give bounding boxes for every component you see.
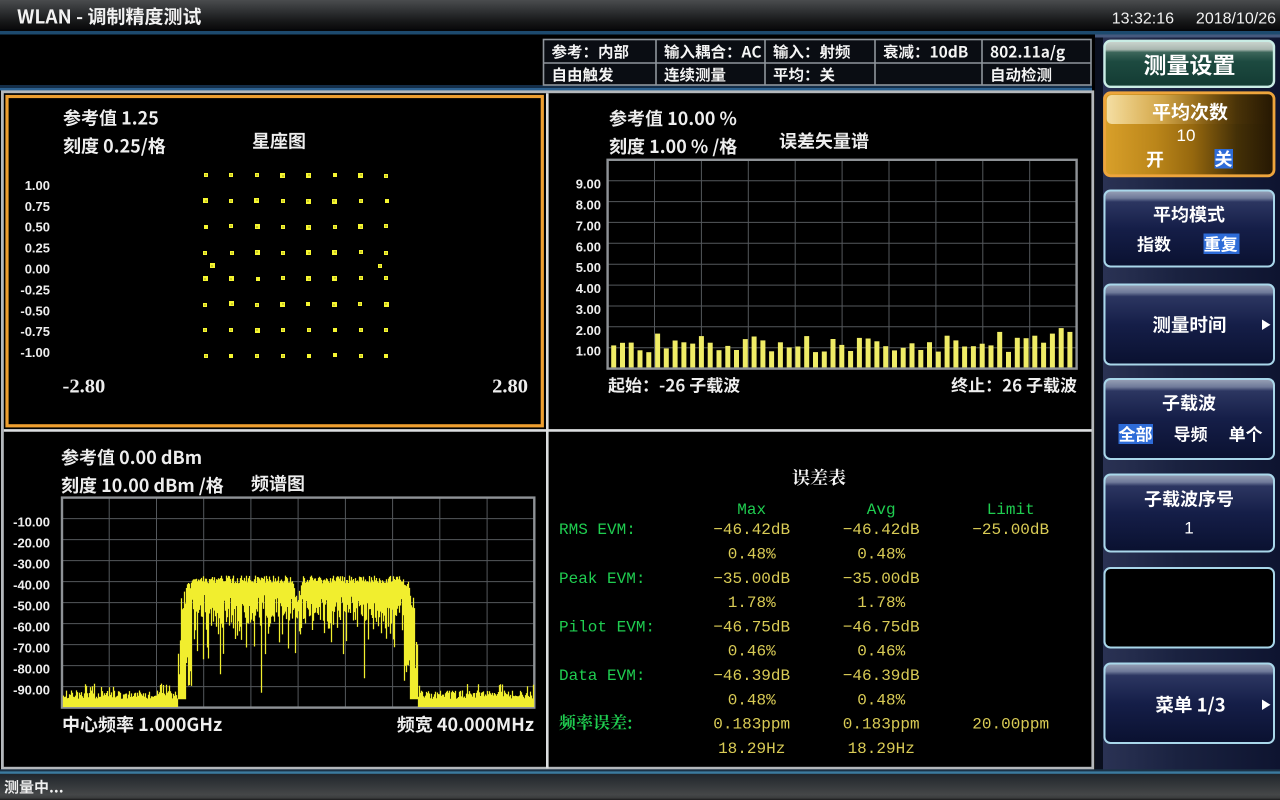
svg-text:−25.00dB: −25.00dB [972, 521, 1049, 539]
svg-text:1.00: 1.00 [25, 178, 50, 193]
svg-text:0.46%: 0.46% [857, 643, 905, 661]
svg-text:−46.42dB: −46.42dB [843, 521, 920, 539]
svg-text:2018/10/26: 2018/10/26 [1196, 11, 1276, 28]
svg-text:0.48%: 0.48% [857, 691, 905, 709]
svg-text:0.48%: 0.48% [728, 691, 776, 709]
svg-text:−46.39dB: −46.39dB [843, 667, 920, 685]
svg-text:10: 10 [1177, 126, 1196, 145]
svg-text:18.29Hz: 18.29Hz [848, 740, 915, 758]
svg-text:0.75: 0.75 [25, 199, 50, 214]
svg-text:-0.25: -0.25 [20, 282, 50, 297]
svg-text:-60.00: -60.00 [13, 620, 50, 635]
svg-text:13:32:16: 13:32:16 [1112, 11, 1174, 28]
svg-text:6.00: 6.00 [576, 239, 601, 254]
svg-text:Pilot EVM:: Pilot EVM: [559, 618, 655, 636]
svg-text:−35.00dB: −35.00dB [843, 570, 920, 588]
svg-text:0.183ppm: 0.183ppm [713, 716, 790, 734]
svg-text:5.00: 5.00 [576, 260, 601, 275]
svg-text:1.78%: 1.78% [857, 594, 905, 612]
svg-text:3.00: 3.00 [576, 302, 601, 317]
svg-text:18.29Hz: 18.29Hz [718, 740, 785, 758]
svg-text:0.25: 0.25 [25, 241, 50, 256]
svg-text:8.00: 8.00 [576, 198, 601, 213]
svg-text:-1.00: -1.00 [20, 345, 50, 360]
svg-text:9.00: 9.00 [576, 177, 601, 192]
svg-text:0.48%: 0.48% [728, 546, 776, 564]
svg-text:-0.75: -0.75 [20, 324, 50, 339]
svg-text:0.48%: 0.48% [857, 546, 905, 564]
svg-text:−46.75dB: −46.75dB [713, 618, 790, 636]
svg-text:20.00ppm: 20.00ppm [972, 716, 1049, 734]
svg-text:0.46%: 0.46% [728, 643, 776, 661]
svg-text:Data EVM:: Data EVM: [559, 667, 645, 685]
svg-text:-40.00: -40.00 [13, 578, 50, 593]
svg-text:2.00: 2.00 [576, 323, 601, 338]
svg-text:−46.75dB: −46.75dB [843, 618, 920, 636]
svg-text:−46.42dB: −46.42dB [713, 521, 790, 539]
svg-text:-80.00: -80.00 [13, 662, 50, 677]
svg-text:-50.00: -50.00 [13, 599, 50, 614]
svg-text:4.00: 4.00 [576, 281, 601, 296]
svg-text:-90.00: -90.00 [13, 683, 50, 698]
svg-text:-20.00: -20.00 [13, 536, 50, 551]
svg-text:−46.39dB: −46.39dB [713, 667, 790, 685]
svg-text:0.50: 0.50 [25, 220, 50, 235]
svg-text:-2.80: -2.80 [63, 376, 106, 398]
svg-text:Avg: Avg [867, 501, 896, 519]
svg-text:Peak EVM:: Peak EVM: [559, 570, 645, 588]
svg-text:−35.00dB: −35.00dB [713, 570, 790, 588]
svg-text:0.183ppm: 0.183ppm [843, 716, 920, 734]
svg-text:Max: Max [737, 501, 766, 519]
svg-text:7.00: 7.00 [576, 218, 601, 233]
svg-text:-10.00: -10.00 [13, 515, 50, 530]
svg-text:1: 1 [1184, 519, 1193, 538]
svg-text:0.00: 0.00 [25, 262, 50, 277]
svg-text:-70.00: -70.00 [13, 641, 50, 656]
svg-text:2.80: 2.80 [492, 376, 528, 398]
svg-text:-0.50: -0.50 [20, 303, 50, 318]
svg-text:RMS EVM:: RMS EVM: [559, 521, 636, 539]
svg-text:-30.00: -30.00 [13, 557, 50, 572]
svg-text:Limit: Limit [987, 501, 1035, 519]
svg-text:1.00: 1.00 [576, 344, 601, 359]
svg-text:1.78%: 1.78% [728, 594, 776, 612]
